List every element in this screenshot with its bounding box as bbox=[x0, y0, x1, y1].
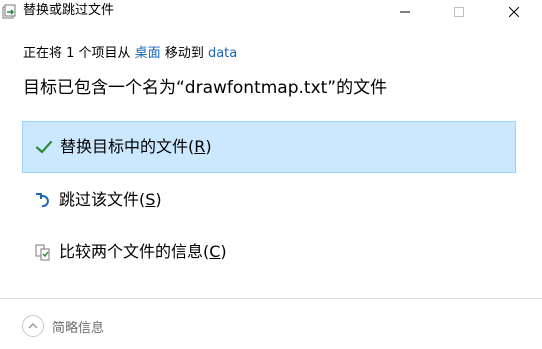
replace-file-option[interactable]: 替换目标中的文件(R) bbox=[22, 121, 516, 173]
destination-folder-link[interactable]: data bbox=[208, 46, 237, 61]
maximize-button[interactable] bbox=[436, 0, 482, 24]
skip-file-option[interactable]: 跳过该文件(S) bbox=[22, 174, 516, 226]
close-button[interactable] bbox=[491, 0, 537, 24]
source-folder-link[interactable]: 桌面 bbox=[135, 46, 161, 61]
compare-files-icon bbox=[33, 242, 53, 262]
checkmark-icon bbox=[34, 137, 54, 157]
replace-file-label: 替换目标中的文件(R) bbox=[60, 137, 212, 156]
window-title: 替换或跳过文件 bbox=[23, 3, 115, 18]
move-info-prefix: 正在将 1 个项目从 bbox=[23, 46, 135, 61]
skip-file-label: 跳过该文件(S) bbox=[59, 190, 162, 209]
maximize-icon bbox=[454, 7, 464, 17]
minimize-button[interactable] bbox=[382, 0, 428, 24]
close-icon bbox=[509, 7, 519, 17]
compare-files-option[interactable]: 比较两个文件的信息(C) bbox=[22, 226, 516, 278]
move-info: 正在将 1 个项目从 桌面 移动到 data bbox=[23, 45, 237, 63]
conflict-heading: 目标已包含一个名为“drawfontmap.txt”的文件 bbox=[23, 78, 388, 98]
move-file-icon bbox=[2, 4, 18, 20]
move-info-middle: 移动到 bbox=[160, 46, 208, 61]
title-bar: 替换或跳过文件 bbox=[0, 0, 542, 24]
fewer-details-toggle[interactable]: 简略信息 bbox=[22, 314, 104, 338]
minimize-icon bbox=[400, 11, 410, 13]
replace-or-skip-dialog: 替换或跳过文件 正在将 1 个项目从 桌面 移动到 data 目标已包含一个名为… bbox=[0, 0, 542, 349]
compare-files-label: 比较两个文件的信息(C) bbox=[59, 242, 227, 261]
chevron-up-icon bbox=[22, 315, 44, 337]
fewer-details-label: 简略信息 bbox=[52, 320, 105, 336]
footer-divider bbox=[0, 298, 542, 299]
skip-arrow-icon bbox=[33, 190, 53, 210]
